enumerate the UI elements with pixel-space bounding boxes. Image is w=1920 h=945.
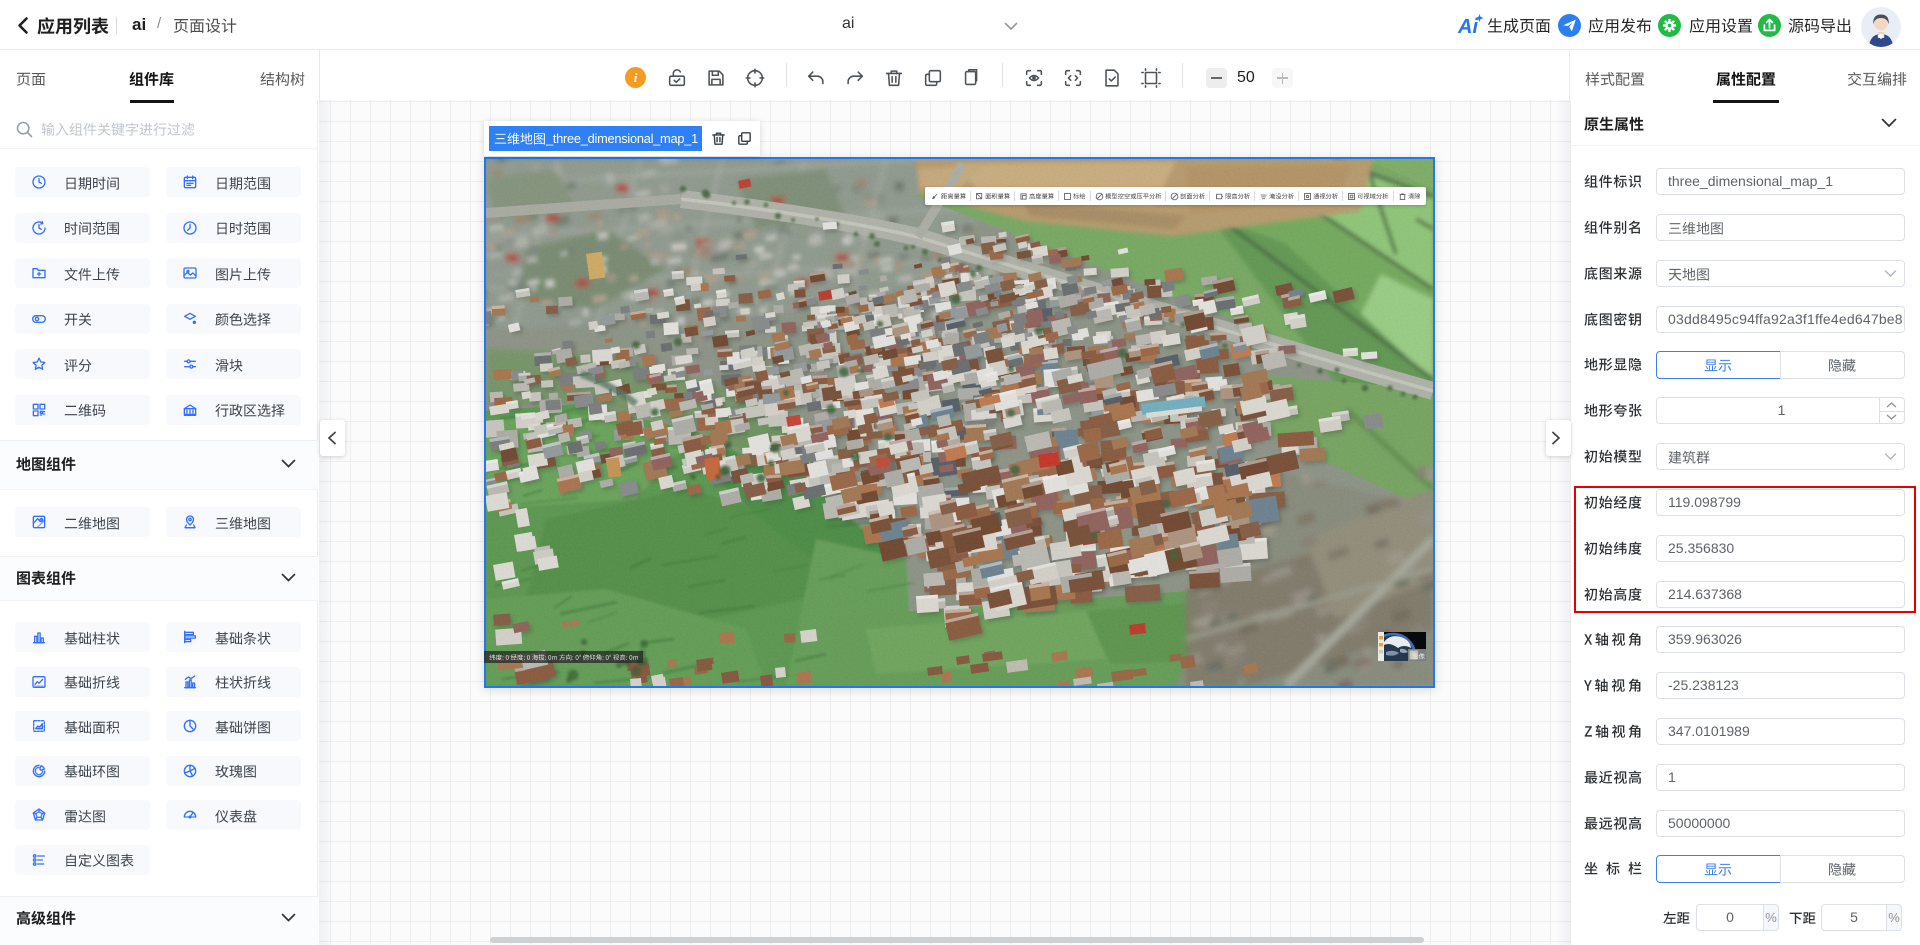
svg-text:Ai: Ai <box>1458 16 1478 38</box>
svg-text:i: i <box>634 70 638 85</box>
